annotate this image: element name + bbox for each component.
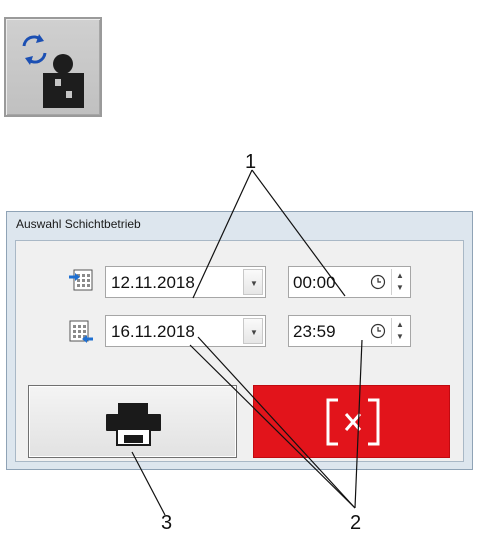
printer-icon (106, 403, 161, 446)
clock-icon (370, 274, 386, 290)
clock-icon (370, 323, 386, 339)
start-date-value: 12.11.2018 (111, 273, 195, 292)
x-bracket-icon (326, 398, 380, 446)
start-time-value: 00:00 (293, 273, 336, 292)
start-time-spinner[interactable]: ▲ ▼ (391, 269, 408, 295)
cancel-button[interactable] (253, 385, 450, 458)
end-time-spinner[interactable]: ▲ ▼ (391, 318, 408, 344)
start-date-dropdown-button[interactable]: ▼ (243, 269, 263, 295)
spin-up-icon[interactable]: ▲ (396, 321, 404, 329)
window-title: Auswahl Schichtbetrieb (16, 217, 141, 231)
end-calendar-icon (69, 320, 93, 343)
spin-up-icon[interactable]: ▲ (396, 272, 404, 280)
chevron-down-icon: ▼ (250, 328, 258, 337)
end-date-value: 16.11.2018 (111, 322, 195, 341)
start-calendar-icon (69, 269, 93, 291)
callout-3: 3 (161, 512, 173, 534)
start-date-picker[interactable]: 12.11.2018 ▼ (105, 266, 266, 298)
shift-operation-toolbar-button[interactable] (4, 17, 102, 117)
end-date-picker[interactable]: 16.11.2018 ▼ (105, 315, 266, 347)
callout-1: 1 (245, 151, 257, 173)
end-date-dropdown-button[interactable]: ▼ (243, 318, 263, 344)
end-time-value: 23:59 (293, 322, 336, 341)
shift-operation-icon (22, 34, 84, 108)
end-time-field[interactable]: 23:59 ▲ ▼ (288, 315, 411, 347)
print-button[interactable] (28, 385, 237, 458)
spin-down-icon[interactable]: ▼ (396, 333, 404, 341)
spin-down-icon[interactable]: ▼ (396, 284, 404, 292)
start-time-field[interactable]: 00:00 ▲ ▼ (288, 266, 411, 298)
callout-2: 2 (350, 512, 362, 534)
chevron-down-icon: ▼ (250, 279, 258, 288)
